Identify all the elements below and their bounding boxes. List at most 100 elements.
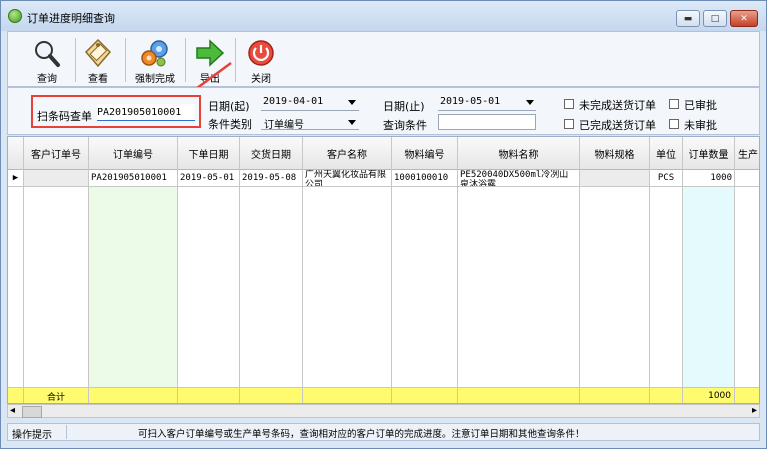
condition-label: 查询条件 [383, 119, 427, 132]
horizontal-scrollbar[interactable]: ◂ ▸ [7, 404, 760, 418]
gears-icon [139, 38, 171, 68]
scroll-right-icon[interactable]: ▸ [752, 405, 757, 417]
header-material-spec[interactable]: 物料规格 [580, 137, 649, 170]
footer-label: 合计 [24, 387, 88, 403]
header-customer-name[interactable]: 客户名称 [303, 137, 391, 170]
header-order-qty[interactable]: 订单数量 [683, 137, 734, 170]
title-bar: 订单进度明细查询 ▬ □ ✕ [1, 1, 766, 31]
close-label: 关闭 [251, 74, 271, 85]
condition-type-underline [261, 129, 359, 130]
status-label: 操作提示 [12, 430, 52, 441]
maximize-button[interactable]: □ [703, 10, 727, 27]
date-from-dropdown-icon[interactable] [348, 100, 356, 105]
magnifier-icon [31, 38, 63, 68]
date-from-underline [261, 110, 359, 111]
unapproved-label: 未审批 [684, 119, 717, 132]
col-material-name: 物料名称 PE520040DX500ml冷冽山泉沐浴露 [458, 137, 580, 403]
minimize-icon: ▬ [683, 13, 693, 24]
footer-order-date [178, 387, 239, 403]
footer-order-no [89, 387, 177, 403]
header-unit[interactable]: 单位 [650, 137, 682, 170]
header-order-no[interactable]: 订单编号 [89, 137, 177, 170]
col-customer-name: 客户名称 广州天翼化妆品有限公司 [303, 137, 392, 403]
footer-unit [650, 387, 682, 403]
cell-order-date[interactable]: 2019-05-01 [178, 170, 239, 187]
minimize-button[interactable]: ▬ [676, 10, 700, 27]
close-window-button[interactable]: ✕ [730, 10, 758, 27]
header-order-date[interactable]: 下单日期 [178, 137, 239, 170]
row-header-column: ▶ [8, 137, 24, 403]
footer-row-header [8, 387, 23, 403]
row-header-corner [8, 137, 23, 170]
cell-customer-order-no[interactable] [24, 170, 88, 187]
footer-material-spec [580, 387, 649, 403]
footer-production [735, 387, 759, 403]
approved-checkbox[interactable] [669, 99, 679, 109]
col-production: 生产 [735, 137, 759, 403]
footer-delivery-date [240, 387, 302, 403]
main-window: 订单进度明细查询 ▬ □ ✕ 查询 查看 强制完成 关闭 扫条码查单 PA201… [0, 0, 767, 449]
toolbar-separator [125, 38, 126, 82]
col-order-no: 订单编号 PA201905010001 [89, 137, 178, 403]
scroll-left-icon[interactable]: ◂ [10, 405, 15, 417]
condition-input[interactable] [438, 114, 536, 130]
date-from-value[interactable]: 2019-04-01 [263, 96, 323, 107]
date-to-dropdown-icon[interactable] [526, 100, 534, 105]
completed-delivery-checkbox[interactable] [564, 119, 574, 129]
date-to-label: 日期(止) [383, 100, 425, 113]
col-customer-order-no: 客户订单号 合计 [24, 137, 89, 403]
col-delivery-date: 交货日期 2019-05-08 [240, 137, 303, 403]
query-button[interactable]: 查询 [22, 34, 72, 86]
status-divider [66, 425, 67, 439]
footer-material-no [392, 387, 457, 403]
toolbar: 查询 查看 强制完成 导出 关闭 [7, 31, 760, 87]
power-icon [245, 38, 277, 68]
scan-barcode-input[interactable] [97, 104, 195, 121]
close-button[interactable]: 关闭 [236, 34, 286, 86]
cell-customer-name[interactable]: 广州天翼化妆品有限公司 [303, 170, 391, 187]
status-bar: 操作提示 可扫入客户订单编号或生产单号条码，查询相对应的客户订单的完成进度。注意… [7, 423, 760, 441]
footer-material-name [458, 387, 579, 403]
condition-type-dropdown-icon[interactable] [348, 120, 356, 125]
completed-delivery-label: 已完成送货订单 [579, 119, 656, 132]
cell-material-name[interactable]: PE520040DX500ml冷冽山泉沐浴露 [458, 170, 579, 187]
date-to-value[interactable]: 2019-05-01 [440, 96, 500, 107]
col-order-date: 下单日期 2019-05-01 [178, 137, 240, 403]
maximize-icon: □ [710, 13, 720, 24]
col-unit: 单位 PCS [650, 137, 683, 403]
cell-order-no[interactable]: PA201905010001 [89, 170, 177, 187]
header-delivery-date[interactable]: 交货日期 [240, 137, 302, 170]
header-material-no[interactable]: 物料编号 [392, 137, 457, 170]
scan-highlight-box: 扫条码查单 [31, 95, 201, 128]
header-customer-order-no[interactable]: 客户订单号 [24, 137, 88, 170]
cell-material-no[interactable]: 1000100010 [392, 170, 457, 187]
cell-material-spec[interactable] [580, 170, 649, 187]
view-button[interactable]: 查看 [73, 34, 123, 86]
cell-unit[interactable]: PCS [650, 170, 682, 187]
scroll-thumb[interactable] [22, 406, 42, 418]
col-material-no: 物料编号 1000100010 [392, 137, 458, 403]
cell-delivery-date[interactable]: 2019-05-08 [240, 170, 302, 187]
query-label: 查询 [37, 74, 57, 85]
unapproved-checkbox[interactable] [669, 119, 679, 129]
condition-type-label: 条件类别 [208, 118, 252, 131]
cell-production[interactable] [735, 170, 759, 187]
app-icon [8, 9, 22, 23]
incomplete-delivery-checkbox[interactable] [564, 99, 574, 109]
date-from-label: 日期(起) [208, 100, 250, 113]
order-grid[interactable]: ▶ 客户订单号 合计 订单编号 PA201905010001 下单日期 2019… [7, 136, 760, 404]
approved-label: 已审批 [684, 99, 717, 112]
col-order-qty: 订单数量 1000 1000 [683, 137, 735, 403]
tag-icon [82, 38, 114, 68]
header-material-name[interactable]: 物料名称 [458, 137, 579, 170]
view-label: 查看 [88, 74, 108, 85]
row-indicator[interactable]: ▶ [8, 170, 23, 187]
window-title: 订单进度明细查询 [27, 12, 115, 25]
cell-order-qty[interactable]: 1000 [683, 170, 734, 187]
incomplete-delivery-label: 未完成送货订单 [579, 99, 656, 112]
date-to-underline [438, 110, 536, 111]
col-material-spec: 物料规格 [580, 137, 650, 403]
close-icon: ✕ [740, 13, 748, 24]
header-production[interactable]: 生产 [735, 137, 759, 170]
footer-customer-name [303, 387, 391, 403]
